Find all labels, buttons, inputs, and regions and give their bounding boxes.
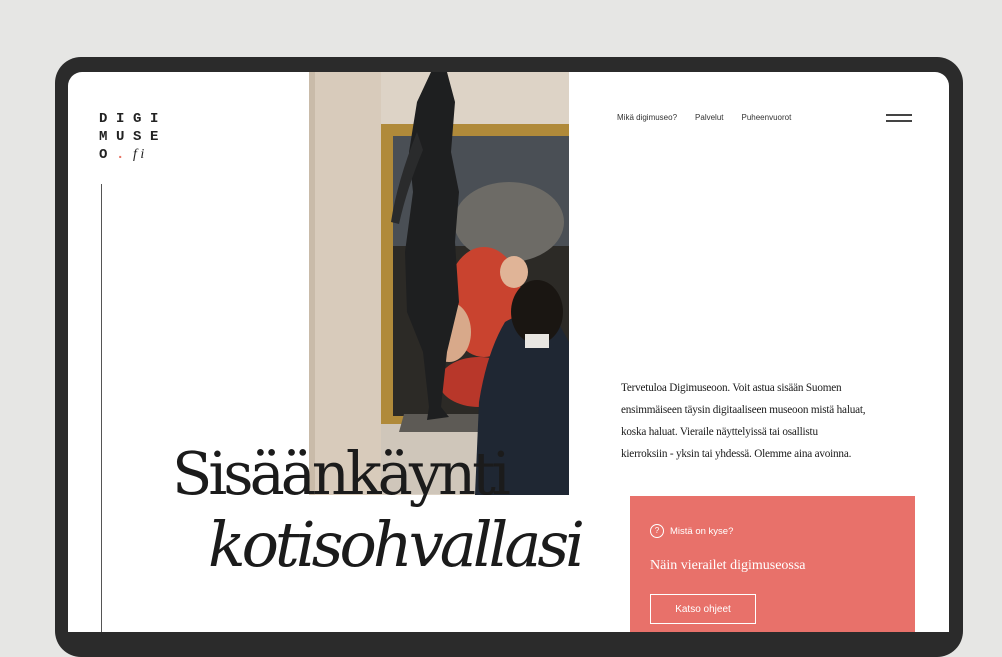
menu-icon[interactable] <box>886 114 912 124</box>
card-question[interactable]: ? Mistä on kyse? <box>650 524 733 538</box>
intro-text: Tervetuloa Digimuseoon. Voit astua sisää… <box>621 382 866 460</box>
card-heading: Näin vierailet digimuseossa <box>650 558 806 573</box>
card-question-label: Mistä on kyse? <box>670 525 734 537</box>
info-card: ? Mistä on kyse? Näin vierailet digimuse… <box>630 496 915 632</box>
browser-screen: D I G I M U S E O . f i Mikä digimuseo? … <box>68 72 949 632</box>
view-instructions-button[interactable]: Katso ohjeet <box>650 594 756 624</box>
headline-line-1: Sisäänkäynti <box>172 439 511 508</box>
logo-letter: I <box>150 111 159 127</box>
logo-letter: M <box>99 129 108 145</box>
nav-item-palvelut[interactable]: Palvelut <box>695 113 723 122</box>
logo-letter: I <box>116 111 125 127</box>
main-nav: Mikä digimuseo? Palvelut Puheenvuorot <box>617 113 791 122</box>
site-logo[interactable]: D I G I M U S E O . f i <box>99 110 167 164</box>
logo-letter: D <box>99 111 108 127</box>
headline-line-2: kotisohvallasi <box>208 508 585 581</box>
nav-item-puheenvuorot[interactable]: Puheenvuorot <box>742 113 792 122</box>
logo-dot: . <box>116 147 125 163</box>
logo-letter: U <box>116 129 125 145</box>
logo-letter: O <box>99 147 108 163</box>
logo-letter: S <box>133 129 142 145</box>
question-icon: ? <box>650 524 664 538</box>
vertical-divider <box>101 184 102 632</box>
logo-letter: E <box>150 129 159 145</box>
menu-icon-bar <box>886 114 912 116</box>
menu-icon-bar <box>886 120 912 122</box>
logo-tld: f i <box>133 147 145 162</box>
logo-letter: G <box>133 111 142 127</box>
nav-item-mika-digimuseo[interactable]: Mikä digimuseo? <box>617 113 677 122</box>
hero-image <box>309 72 569 495</box>
